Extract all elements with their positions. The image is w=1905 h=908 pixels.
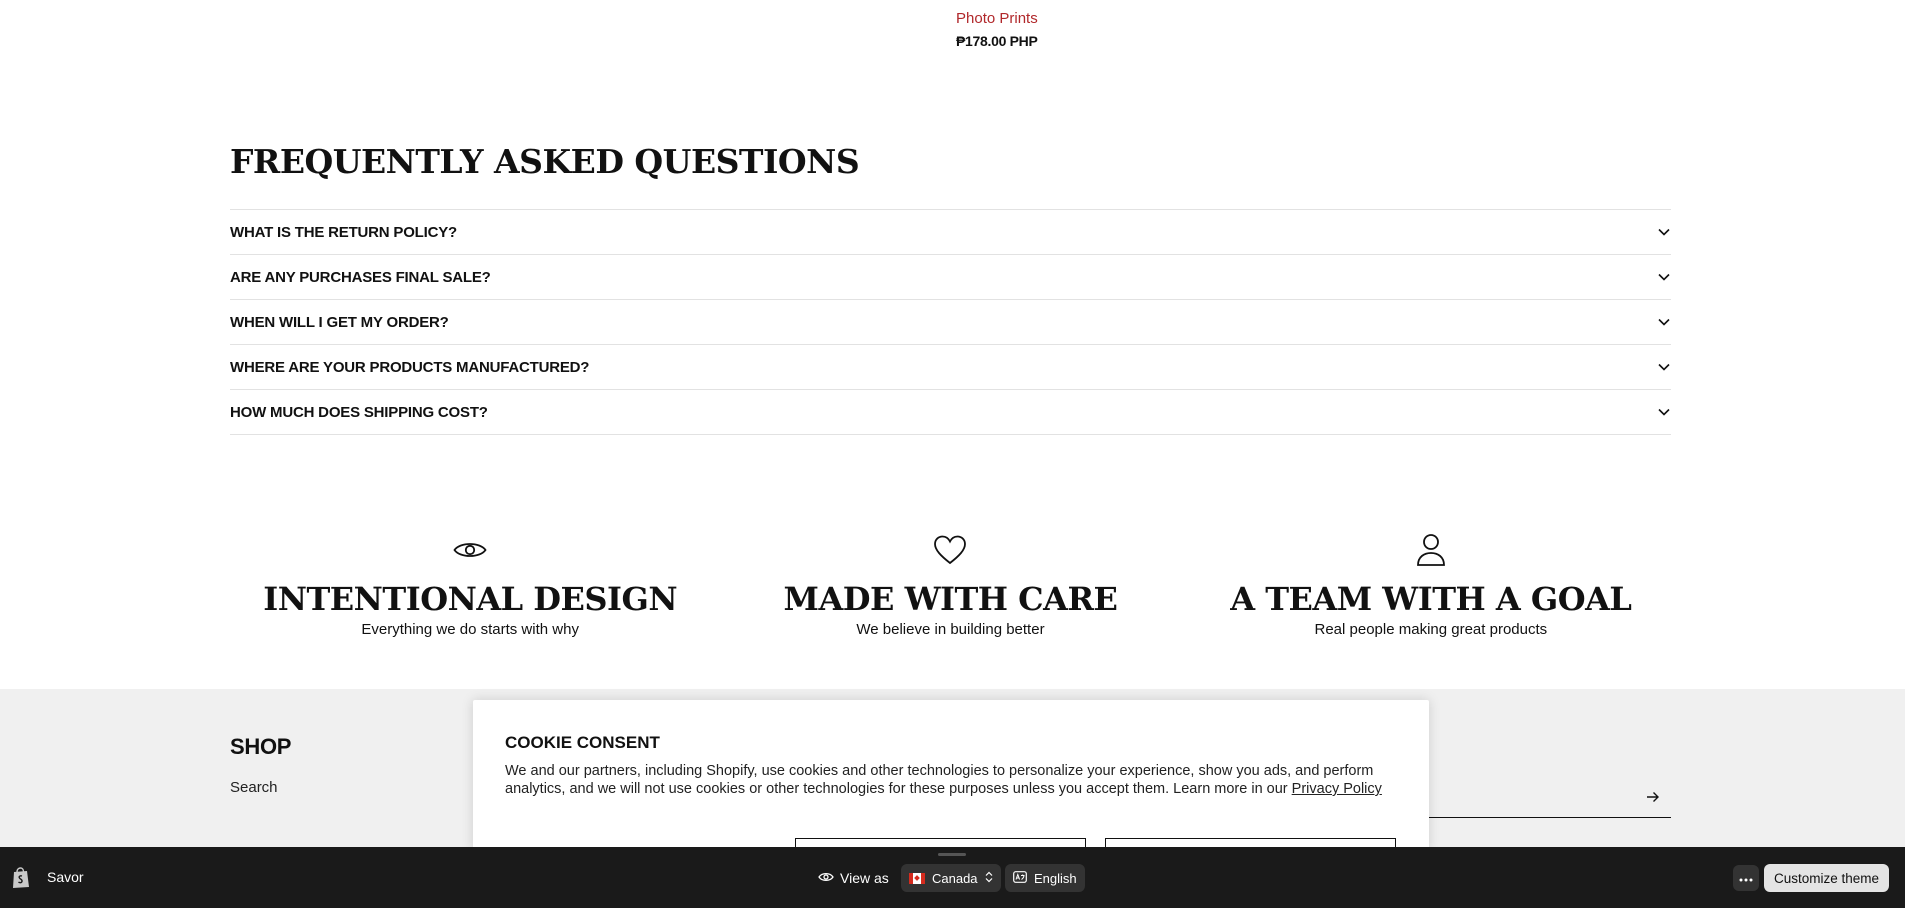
- cookie-text: We and our partners, including Shopify, …: [505, 762, 1405, 798]
- value-title: A TEAM WITH A GOAL: [1230, 580, 1632, 618]
- ellipsis-icon: [1739, 869, 1753, 887]
- chevron-up-down-icon: [985, 871, 993, 886]
- language-label: English: [1034, 870, 1077, 886]
- eye-icon: [452, 532, 488, 568]
- cookie-body: We and our partners, including Shopify, …: [505, 763, 1374, 797]
- product-title[interactable]: Photo Prints: [956, 10, 1038, 27]
- faq-list: WHAT IS THE RETURN POLICY? ARE ANY PURCH…: [230, 209, 1671, 435]
- faq-question: HOW MUCH DOES SHIPPING COST?: [230, 403, 488, 421]
- value-column: INTENTIONAL DESIGN Everything we do star…: [230, 532, 710, 638]
- faq-item[interactable]: WHAT IS THE RETURN POLICY?: [230, 210, 1671, 255]
- value-column: MADE WITH CARE We believe in building be…: [710, 532, 1190, 638]
- drag-handle[interactable]: [938, 853, 966, 856]
- canada-flag-icon: [909, 872, 925, 884]
- value-subtitle: We believe in building better: [856, 621, 1045, 638]
- language-selector[interactable]: English: [1005, 864, 1085, 892]
- shopify-bag-icon[interactable]: [11, 867, 31, 889]
- newsletter-email-field[interactable]: [1420, 817, 1671, 818]
- arrow-right-icon[interactable]: [1643, 787, 1663, 807]
- faq-question: ARE ANY PURCHASES FINAL SALE?: [230, 268, 491, 286]
- faq-item[interactable]: WHEN WILL I GET MY ORDER?: [230, 300, 1671, 345]
- faq-item[interactable]: HOW MUCH DOES SHIPPING COST?: [230, 390, 1671, 435]
- chevron-down-icon: [1657, 270, 1671, 284]
- view-as-label: View as: [818, 865, 889, 891]
- view-as-text: View as: [840, 870, 889, 886]
- values-section: INTENTIONAL DESIGN Everything we do star…: [230, 532, 1671, 638]
- cookie-consent-dialog: COOKIE CONSENT We and our partners, incl…: [473, 700, 1429, 858]
- country-label: Canada: [932, 870, 978, 886]
- faq-question: WHERE ARE YOUR PRODUCTS MANUFACTURED?: [230, 358, 590, 376]
- translate-icon: [1013, 870, 1027, 886]
- footer-search-link[interactable]: Search: [230, 779, 278, 796]
- faq-item[interactable]: ARE ANY PURCHASES FINAL SALE?: [230, 255, 1671, 300]
- shopify-admin-bar: Savor View as Canada English Customize t…: [0, 847, 1905, 908]
- value-subtitle: Real people making great products: [1314, 621, 1548, 638]
- product-price: ₱178.00 PHP: [956, 33, 1038, 49]
- value-title: INTENTIONAL DESIGN: [263, 580, 678, 618]
- chevron-down-icon: [1657, 360, 1671, 374]
- eye-icon: [818, 870, 834, 886]
- faq-title: FREQUENTLY ASKED QUESTIONS: [230, 142, 860, 181]
- value-subtitle: Everything we do starts with why: [361, 621, 579, 638]
- chevron-down-icon: [1657, 405, 1671, 419]
- product-card[interactable]: Photo Prints ₱178.00 PHP: [956, 10, 1038, 49]
- more-options-button[interactable]: [1733, 865, 1759, 891]
- customize-theme-button[interactable]: Customize theme: [1764, 864, 1890, 892]
- chevron-down-icon: [1657, 315, 1671, 329]
- cookie-title: COOKIE CONSENT: [505, 733, 660, 752]
- value-title: MADE WITH CARE: [783, 580, 1118, 618]
- privacy-policy-link[interactable]: Privacy Policy: [1292, 781, 1382, 797]
- faq-question: WHAT IS THE RETURN POLICY?: [230, 223, 458, 241]
- country-selector[interactable]: Canada: [901, 864, 1001, 892]
- value-column: A TEAM WITH A GOAL Real people making gr…: [1191, 532, 1671, 638]
- chevron-down-icon: [1657, 225, 1671, 239]
- faq-question: WHEN WILL I GET MY ORDER?: [230, 313, 449, 331]
- heart-icon: [932, 532, 968, 568]
- faq-section: FREQUENTLY ASKED QUESTIONS WHAT IS THE R…: [230, 142, 1671, 435]
- footer-shop-heading: SHOP: [230, 734, 292, 759]
- store-name: Savor: [47, 869, 84, 885]
- faq-item[interactable]: WHERE ARE YOUR PRODUCTS MANUFACTURED?: [230, 345, 1671, 390]
- person-icon: [1413, 532, 1449, 568]
